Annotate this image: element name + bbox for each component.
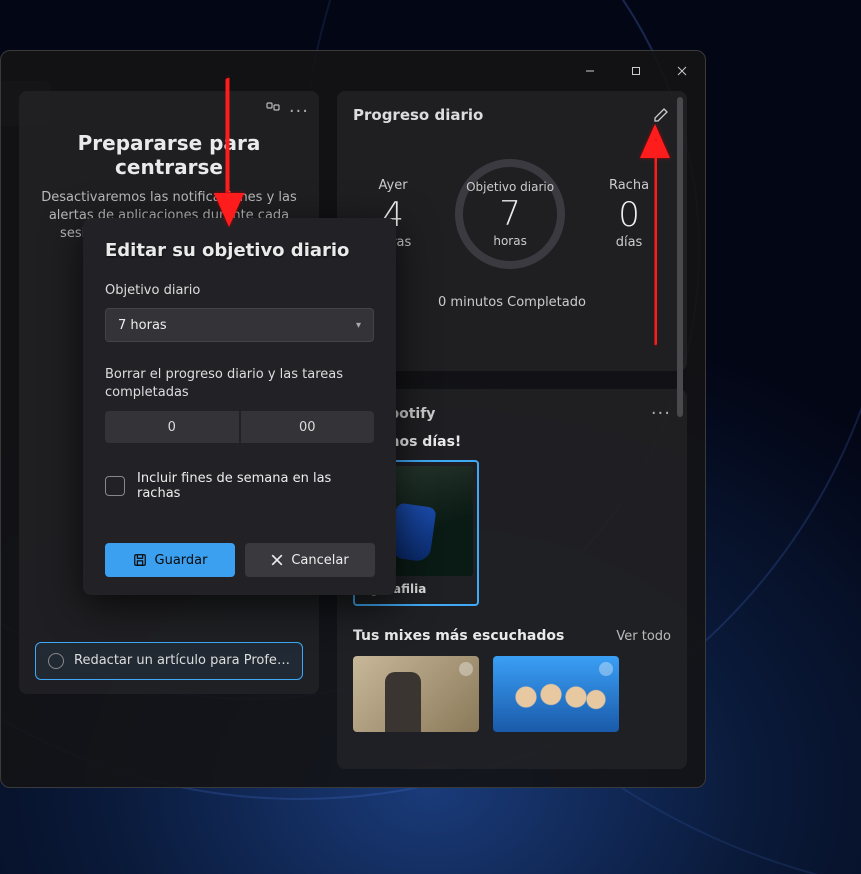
- reset-hours-input[interactable]: 0: [105, 411, 239, 443]
- expand-icon[interactable]: [265, 101, 281, 122]
- task-item[interactable]: Redactar un artículo para Profesi…: [35, 642, 303, 680]
- task-label: Redactar un artículo para Profesi…: [74, 653, 290, 668]
- checkbox-icon: [105, 476, 125, 496]
- window-minimize-button[interactable]: [567, 51, 613, 91]
- more-icon[interactable]: ···: [289, 101, 309, 122]
- edit-goal-button[interactable]: [651, 105, 671, 125]
- cancel-button[interactable]: Cancelar: [245, 543, 375, 577]
- task-checkbox-icon[interactable]: [48, 653, 64, 669]
- mixes-heading: Tus mixes más escuchados: [353, 628, 564, 644]
- dialog-title: Editar su objetivo diario: [105, 240, 374, 261]
- goal-ring: Objetivo diario 7 horas: [455, 159, 565, 269]
- spotify-greeting: ¡Buenos días!: [353, 434, 671, 450]
- mix-tile[interactable]: [353, 656, 479, 732]
- goal-field-label: Objetivo diario: [105, 283, 374, 298]
- scrollbar[interactable]: [677, 97, 683, 417]
- clear-progress-label: Borrar el progreso diario y las tareas c…: [105, 366, 374, 401]
- progress-completed-text: 0 minutos Completado: [353, 295, 671, 310]
- edit-daily-goal-dialog: Editar su objetivo diario Objetivo diari…: [83, 218, 396, 595]
- progress-title: Progreso diario: [353, 106, 483, 124]
- include-weekends-checkbox[interactable]: Incluir fines de semana en las rachas: [105, 471, 374, 501]
- window-maximize-button[interactable]: [613, 51, 659, 91]
- chevron-down-icon: ▾: [356, 320, 361, 331]
- see-all-link[interactable]: Ver todo: [616, 629, 671, 644]
- window-close-button[interactable]: [659, 51, 705, 91]
- checkbox-label: Incluir fines de semana en las rachas: [137, 471, 374, 501]
- save-button[interactable]: Guardar: [105, 543, 235, 577]
- prepare-title: Prepararse para centrarse: [35, 131, 303, 179]
- daily-goal-select[interactable]: 7 horas ▾: [105, 308, 374, 342]
- stat-streak: Racha 0 días: [609, 178, 649, 249]
- more-icon[interactable]: ···: [651, 403, 671, 424]
- reset-time-picker: 0 00: [105, 411, 374, 443]
- daily-goal-value: 7 horas: [118, 318, 167, 333]
- mix-tile[interactable]: [493, 656, 619, 732]
- window-titlebar: [1, 51, 705, 91]
- reset-minutes-input[interactable]: 00: [241, 411, 375, 443]
